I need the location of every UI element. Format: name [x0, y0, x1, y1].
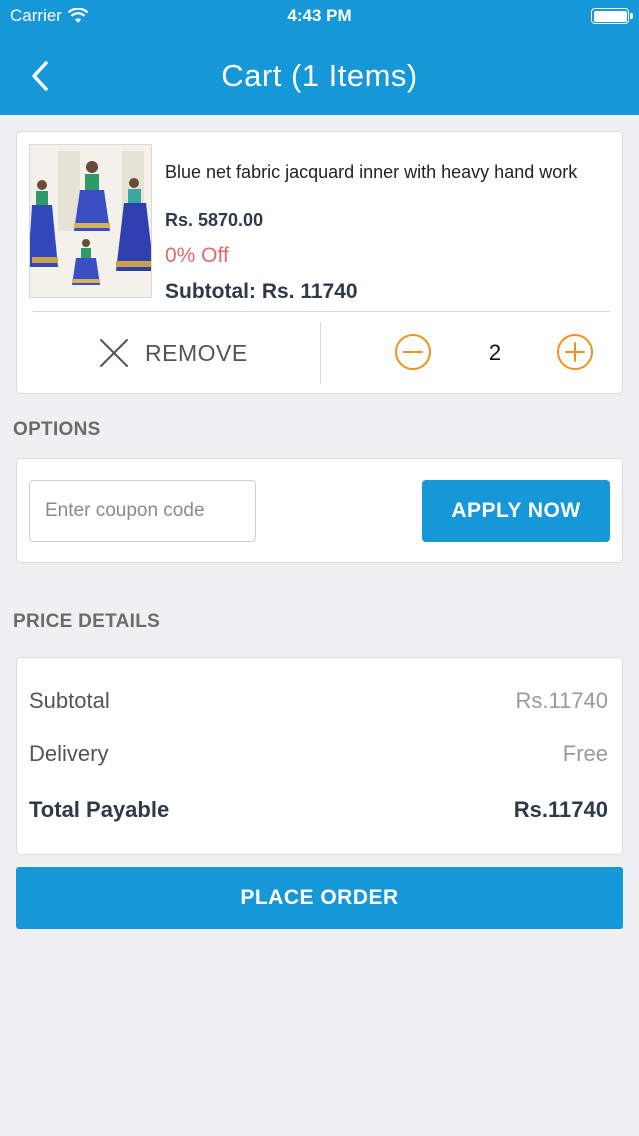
price-row-label: Total Payable [29, 797, 170, 822]
increase-quantity-button[interactable] [556, 333, 594, 371]
divider [320, 322, 321, 384]
price-row-label: Delivery [29, 741, 109, 766]
options-section-title: OPTIONS [13, 419, 101, 440]
close-icon [100, 339, 128, 367]
quantity-value: 2 [488, 340, 502, 365]
remove-button[interactable]: REMOVE [99, 336, 248, 370]
coupon-code-input[interactable] [29, 480, 256, 542]
product-image[interactable] [29, 144, 152, 298]
app-header: Carrier 4:43 PM Cart (1 Items) [0, 0, 639, 115]
price-details-card: Subtotal Rs.11740 Delivery Free Total Pa… [16, 657, 623, 855]
coupon-card: APPLY NOW [16, 458, 623, 563]
price-row-subtotal: Subtotal Rs.11740 [29, 688, 608, 714]
price-row-value: Free [562, 741, 608, 766]
price-row-delivery: Delivery Free [29, 741, 608, 767]
decrease-quantity-button[interactable] [394, 333, 432, 371]
price-row-value: Rs.11740 [515, 688, 608, 713]
remove-label: REMOVE [145, 339, 248, 366]
divider [33, 311, 610, 312]
product-price: Rs. 5870.00 [165, 210, 264, 230]
product-discount: 0% Off [165, 244, 229, 267]
price-details-section-title: PRICE DETAILS [13, 611, 161, 632]
price-row-label: Subtotal [29, 688, 110, 713]
price-row-value: Rs.11740 [513, 797, 608, 822]
page-title: Cart (1 Items) [221, 58, 418, 93]
status-time: 4:43 PM [287, 6, 352, 25]
battery-icon [591, 8, 633, 24]
place-order-button[interactable]: PLACE ORDER [16, 867, 623, 929]
product-subtotal: Subtotal: Rs. 11740 [165, 280, 358, 303]
cart-item-card: Blue net fabric jacquard inner with heav… [16, 131, 623, 394]
apply-coupon-button[interactable]: APPLY NOW [422, 480, 610, 542]
product-name[interactable]: Blue net fabric jacquard inner with heav… [165, 162, 577, 183]
plus-circle-icon [557, 334, 593, 370]
minus-circle-icon [395, 334, 431, 370]
price-row-total: Total Payable Rs.11740 [29, 797, 608, 823]
status-bar: Carrier 4:43 PM [0, 0, 639, 32]
